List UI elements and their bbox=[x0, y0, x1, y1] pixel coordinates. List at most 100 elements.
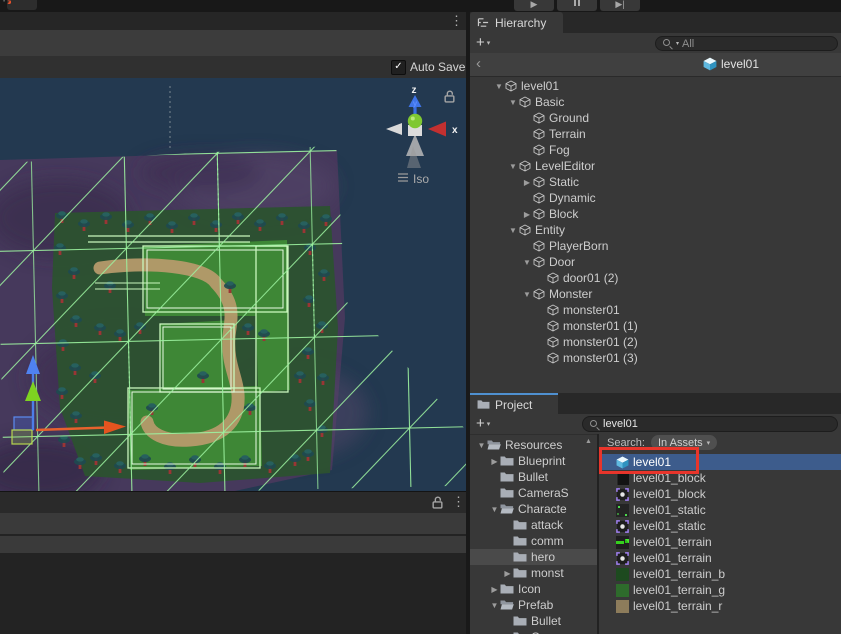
result-item-level01[interactable]: level01 bbox=[599, 454, 841, 470]
hierarchy-item-monster[interactable]: ▼ Monster bbox=[470, 286, 841, 302]
hierarchy-item-monster01-1[interactable]: monster01 (1) bbox=[470, 318, 841, 334]
project-folder-cameras[interactable]: CameraS bbox=[470, 485, 597, 501]
play-button[interactable]: ▶ bbox=[514, 0, 554, 11]
hierarchy-item-basic[interactable]: ▼Basic bbox=[470, 94, 841, 110]
result-item-level01-terrain-b[interactable]: level01_terrain_b bbox=[599, 566, 841, 582]
scene-menu-icon[interactable]: ⋮ bbox=[450, 14, 463, 27]
project-folder-icon[interactable]: ▶ Icon bbox=[470, 581, 597, 597]
hierarchy-item-leveleditor[interactable]: ▼LevelEditor bbox=[470, 158, 841, 174]
lock-icon[interactable] bbox=[431, 496, 444, 509]
hierarchy-item-block[interactable]: ▶Block bbox=[470, 206, 841, 222]
project-folder-prefab[interactable]: ▼Prefab bbox=[470, 597, 597, 613]
result-item-level01-block[interactable]: level01_block bbox=[599, 486, 841, 502]
project-folder-characte[interactable]: ▼Characte bbox=[470, 501, 597, 517]
hierarchy-item-dynamic[interactable]: Dynamic bbox=[470, 190, 841, 206]
hierarchy-item-monster01[interactable]: monster01 bbox=[470, 302, 841, 318]
project-folder-blueprint[interactable]: ▶Blueprint bbox=[470, 453, 597, 469]
result-item-level01-terrain-r[interactable]: level01_terrain_r bbox=[599, 598, 841, 614]
scene-viewport[interactable]: y z x Iso bbox=[0, 78, 466, 491]
step-button[interactable]: ▶| bbox=[600, 0, 640, 11]
hierarchy-item-door[interactable]: ▼Door bbox=[470, 254, 841, 270]
project-folder-attack[interactable]: attack bbox=[470, 517, 597, 533]
auto-save-checkbox[interactable]: ✓ bbox=[391, 60, 406, 75]
unity-editor-window: ▶ ▶| ⋮ ▾ Gizmos ▾ ▾ ✓ Auto Save bbox=[0, 0, 841, 634]
project-add-button[interactable]: + ▾ bbox=[476, 415, 490, 432]
hierarchy-item-level01[interactable]: ▼level01 bbox=[470, 78, 841, 94]
axis-x-label: x bbox=[452, 125, 458, 136]
project-folder-bullet[interactable]: Bullet bbox=[470, 613, 597, 629]
bottom-panel-row[interactable] bbox=[0, 513, 466, 534]
folder-icon bbox=[500, 583, 514, 595]
hierarchy-item-ground[interactable]: Ground bbox=[470, 110, 841, 126]
result-label: level01_static bbox=[633, 503, 706, 517]
item-label: Fog bbox=[549, 143, 570, 157]
tab-project[interactable]: Project bbox=[470, 393, 558, 414]
result-item-level01-static[interactable]: level01_static bbox=[599, 502, 841, 518]
play-controls: ▶ ▶| bbox=[514, 0, 640, 11]
disclosure-icon[interactable]: ▼ bbox=[476, 441, 487, 450]
item-label: monster01 (2) bbox=[563, 335, 638, 349]
project-folder-bullet[interactable]: Bullet bbox=[470, 469, 597, 485]
disclosure-icon[interactable]: ▶ bbox=[489, 585, 500, 594]
disclosure-icon[interactable]: ▼ bbox=[507, 226, 519, 235]
project-tab-bar: Project bbox=[470, 393, 841, 414]
auto-save-bar: ✓ Auto Save bbox=[0, 56, 466, 79]
asset-bracket-icon bbox=[616, 520, 629, 533]
disclosure-icon[interactable]: ▶ bbox=[489, 457, 500, 466]
hierarchy-item-terrain[interactable]: Terrain bbox=[470, 126, 841, 142]
hierarchy-add-button[interactable]: + ▾ bbox=[476, 34, 490, 51]
hierarchy-item-door01-2[interactable]: door01 (2) bbox=[470, 270, 841, 286]
project-folder-comm[interactable]: Comm bbox=[470, 629, 597, 634]
scroll-up-icon[interactable]: ▲ bbox=[585, 438, 592, 445]
result-item-level01-terrain[interactable]: level01_terrain bbox=[599, 550, 841, 566]
breadcrumb-current[interactable]: level01 bbox=[703, 57, 759, 71]
hierarchy-panel: Hierarchy + ▾ ▾ ‹ level01 ▼level01▼Basic… bbox=[470, 12, 841, 394]
bottom-panel-menu-icon[interactable]: ⋮ bbox=[452, 495, 465, 508]
result-label: level01_block bbox=[633, 471, 706, 485]
item-label: Monster bbox=[549, 287, 592, 301]
disclosure-icon[interactable]: ▼ bbox=[507, 98, 519, 107]
folder-open-icon bbox=[500, 503, 514, 515]
disclosure-icon[interactable]: ▼ bbox=[493, 82, 505, 91]
hierarchy-item-entity[interactable]: ▼Entity bbox=[470, 222, 841, 238]
item-label: Static bbox=[549, 175, 579, 189]
gameobject-cube-icon bbox=[519, 224, 531, 236]
hierarchy-search-input[interactable] bbox=[682, 38, 831, 50]
hot-reload-button[interactable] bbox=[7, 0, 37, 10]
project-folder-monst[interactable]: ▶monst bbox=[470, 565, 597, 581]
folder-label: Bullet bbox=[518, 470, 548, 484]
results-filter-button[interactable]: In Assets ▾ bbox=[651, 435, 717, 450]
disclosure-icon[interactable]: ▼ bbox=[521, 290, 533, 299]
disclosure-icon[interactable]: ▶ bbox=[502, 569, 513, 578]
scene-toolbar: ▾ Gizmos ▾ ▾ bbox=[0, 30, 466, 57]
project-folder-hero[interactable]: hero bbox=[470, 549, 597, 565]
folder-icon bbox=[513, 551, 527, 563]
result-item-level01-terrain[interactable]: level01_terrain bbox=[599, 534, 841, 550]
asset-bracket-icon bbox=[616, 552, 629, 565]
hierarchy-item-fog[interactable]: Fog bbox=[470, 142, 841, 158]
folder-label: Icon bbox=[518, 582, 541, 596]
disclosure-icon[interactable]: ▼ bbox=[489, 601, 500, 610]
hierarchy-item-monster01-3[interactable]: monster01 (3) bbox=[470, 350, 841, 366]
project-folder-comm[interactable]: comm bbox=[470, 533, 597, 549]
hierarchy-item-static[interactable]: ▶ Static bbox=[470, 174, 841, 190]
disclosure-icon[interactable]: ▼ bbox=[507, 162, 519, 171]
result-item-level01-block[interactable]: level01_block bbox=[599, 470, 841, 486]
hierarchy-item-monster01-2[interactable]: monster01 (2) bbox=[470, 334, 841, 350]
disclosure-icon[interactable]: ▶ bbox=[521, 210, 533, 219]
hierarchy-search-field[interactable]: ▾ bbox=[655, 36, 838, 51]
project-search-input[interactable] bbox=[603, 418, 831, 430]
disclosure-icon[interactable]: ▶ bbox=[521, 178, 533, 187]
result-item-level01-terrain-g[interactable]: level01_terrain_g bbox=[599, 582, 841, 598]
bottom-panel-row[interactable] bbox=[0, 536, 466, 553]
hierarchy-item-playerborn[interactable]: PlayerBorn bbox=[470, 238, 841, 254]
pause-button[interactable] bbox=[557, 0, 597, 11]
project-folder-resources[interactable]: ▼Resources bbox=[470, 437, 597, 453]
result-item-level01-static[interactable]: level01_static bbox=[599, 518, 841, 534]
disclosure-icon[interactable]: ▼ bbox=[489, 505, 500, 514]
disclosure-icon[interactable]: ▼ bbox=[521, 258, 533, 267]
tab-hierarchy[interactable]: Hierarchy bbox=[470, 12, 563, 33]
bottom-panel-header: ⋮ bbox=[0, 492, 466, 513]
project-search-field[interactable] bbox=[582, 416, 838, 432]
breadcrumb-back-button[interactable]: ‹ bbox=[476, 55, 481, 72]
